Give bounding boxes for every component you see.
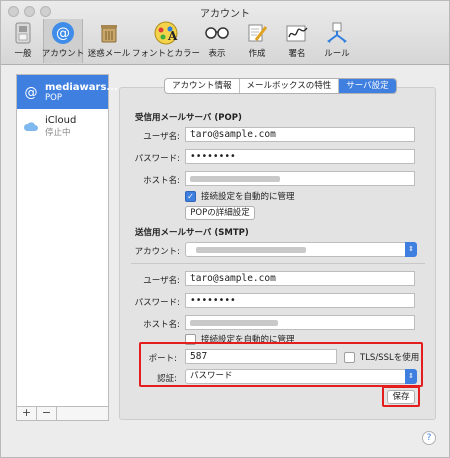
outgoing-username-label: ユーザ名: bbox=[143, 276, 180, 286]
outgoing-account-select[interactable]: ⇕ bbox=[185, 242, 417, 257]
toolbar-signatures[interactable]: 署名 bbox=[277, 19, 317, 63]
font-palette-icon: A bbox=[154, 21, 178, 45]
account-item-mediawars[interactable]: @ mediawars... POP bbox=[17, 75, 118, 109]
toolbar-composing-label: 作成 bbox=[248, 49, 266, 59]
account-name: iCloud bbox=[45, 114, 77, 126]
tab-mailbox-behaviors[interactable]: メールボックスの特性 bbox=[240, 79, 340, 93]
incoming-username-label: ユーザ名: bbox=[143, 132, 180, 142]
highlight-box-port-auth bbox=[139, 342, 423, 387]
pencil-paper-icon bbox=[245, 21, 269, 45]
toolbar-rules[interactable]: ルール bbox=[317, 19, 357, 63]
svg-text:A: A bbox=[167, 29, 178, 43]
toolbar-general-label: 一般 bbox=[14, 49, 32, 59]
preferences-window: アカウント 一般 @ アカウント 迷惑メール A フォントとカラー 表示 作成 … bbox=[0, 0, 450, 458]
svg-text:@: @ bbox=[56, 26, 70, 42]
toolbar-fonts-colors[interactable]: A フォントとカラー bbox=[132, 19, 201, 63]
outgoing-password-field[interactable]: •••••••• bbox=[185, 293, 415, 308]
incoming-auto-manage-label: 接続設定を自動的に管理 bbox=[201, 192, 295, 202]
toolbar: 一般 @ アカウント 迷惑メール A フォントとカラー 表示 作成 署名 ルール bbox=[3, 19, 357, 63]
account-type: POP bbox=[45, 92, 62, 103]
divider bbox=[131, 263, 425, 264]
account-status: 停止中 bbox=[45, 127, 71, 138]
pop-advanced-button[interactable]: POPの詳細設定 bbox=[185, 206, 255, 220]
toolbar-junk-label: 迷惑メール bbox=[87, 49, 131, 59]
incoming-username-field[interactable]: taro@sample.com bbox=[185, 127, 415, 142]
toolbar-accounts[interactable]: @ アカウント bbox=[41, 19, 85, 63]
incoming-password-label: パスワード: bbox=[134, 154, 180, 164]
outgoing-account-label: アカウント: bbox=[134, 247, 180, 257]
outgoing-section-title: 送信用メールサーバ (SMTP) bbox=[135, 228, 249, 238]
toolbar-accounts-label: アカウント bbox=[41, 49, 85, 59]
trash-icon bbox=[97, 21, 121, 45]
toolbar-junk[interactable]: 迷惑メール bbox=[83, 19, 135, 63]
chevron-updown-icon: ⇕ bbox=[405, 242, 417, 257]
highlight-box-save bbox=[382, 386, 420, 407]
redacted-host bbox=[190, 320, 278, 326]
remove-account-button[interactable]: − bbox=[37, 407, 57, 420]
incoming-section-title: 受信用メールサーバ (POP) bbox=[135, 113, 242, 123]
tab-account-info[interactable]: アカウント情報 bbox=[165, 79, 240, 93]
tab-server-settings[interactable]: サーバ設定 bbox=[339, 79, 396, 93]
toolbar-fonts-colors-label: フォントとカラー bbox=[132, 49, 201, 59]
outgoing-username-field[interactable]: taro@sample.com bbox=[185, 271, 415, 286]
toolbar-general[interactable]: 一般 bbox=[3, 19, 43, 63]
signature-icon bbox=[285, 21, 309, 45]
incoming-host-label: ホスト名: bbox=[143, 176, 180, 186]
accounts-list: @ mediawars... POP iCloud 停止中 bbox=[16, 74, 118, 421]
toolbar-rules-label: ルール bbox=[324, 49, 350, 59]
account-name: mediawars... bbox=[45, 81, 118, 93]
title-bar: アカウント 一般 @ アカウント 迷惑メール A フォントとカラー 表示 作成 … bbox=[1, 1, 449, 65]
redacted-host bbox=[190, 176, 280, 182]
toolbar-viewing[interactable]: 表示 bbox=[197, 19, 237, 63]
checkmark-icon: ✓ bbox=[185, 190, 196, 202]
rules-icon bbox=[325, 21, 349, 45]
toolbar-signatures-label: 署名 bbox=[288, 49, 306, 59]
help-button[interactable]: ? bbox=[422, 431, 436, 445]
at-sign-icon: @ bbox=[51, 21, 75, 45]
incoming-password-field[interactable]: •••••••• bbox=[185, 149, 415, 164]
cloud-icon bbox=[23, 118, 39, 134]
glasses-icon bbox=[205, 21, 229, 45]
account-item-icloud[interactable]: iCloud 停止中 bbox=[17, 109, 108, 143]
general-switch-icon bbox=[11, 21, 35, 45]
toolbar-viewing-label: 表示 bbox=[208, 49, 226, 59]
svg-text:@: @ bbox=[25, 86, 38, 101]
settings-tabs: アカウント情報 メールボックスの特性 サーバ設定 bbox=[164, 78, 397, 94]
outgoing-host-label: ホスト名: bbox=[143, 320, 180, 330]
add-account-button[interactable]: + bbox=[17, 407, 37, 420]
toolbar-composing[interactable]: 作成 bbox=[237, 19, 277, 63]
outgoing-password-label: パスワード: bbox=[134, 298, 180, 308]
redacted-smtp-account bbox=[196, 247, 306, 253]
window-title: アカウント bbox=[200, 9, 250, 20]
at-sign-icon: @ bbox=[23, 84, 39, 101]
accounts-list-controls: + − bbox=[16, 406, 109, 421]
incoming-auto-manage-checkbox[interactable]: ✓ 接続設定を自動的に管理 bbox=[185, 190, 295, 202]
outgoing-host-field[interactable] bbox=[185, 315, 415, 330]
incoming-host-field[interactable] bbox=[185, 171, 415, 186]
